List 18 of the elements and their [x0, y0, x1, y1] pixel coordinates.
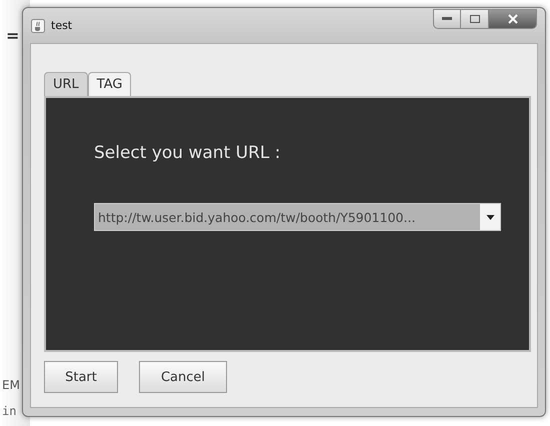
minimize-icon [442, 17, 452, 21]
background-text: = [6, 26, 20, 45]
dialog-button[interactable]: Cancel [139, 361, 227, 393]
background-text: in [2, 404, 16, 418]
close-icon [508, 14, 518, 24]
close-button[interactable] [489, 9, 537, 29]
tab[interactable]: TAG [88, 72, 132, 96]
minimize-button[interactable] [433, 9, 461, 29]
dialog-button[interactable]: Start [44, 361, 118, 393]
tab[interactable]: URL [44, 72, 88, 96]
dropdown-arrow-icon [486, 214, 494, 220]
prompt-label: Select you want URL : [94, 143, 282, 163]
maximize-icon [470, 15, 480, 23]
java-cup-icon [31, 18, 45, 32]
window-title: test [51, 19, 72, 32]
background-text: EM [2, 378, 20, 392]
url-dropdown[interactable]: http://tw.user.bid.yahoo.com/tw/booth/Y5901100... [94, 203, 501, 231]
maximize-button[interactable] [461, 9, 489, 29]
